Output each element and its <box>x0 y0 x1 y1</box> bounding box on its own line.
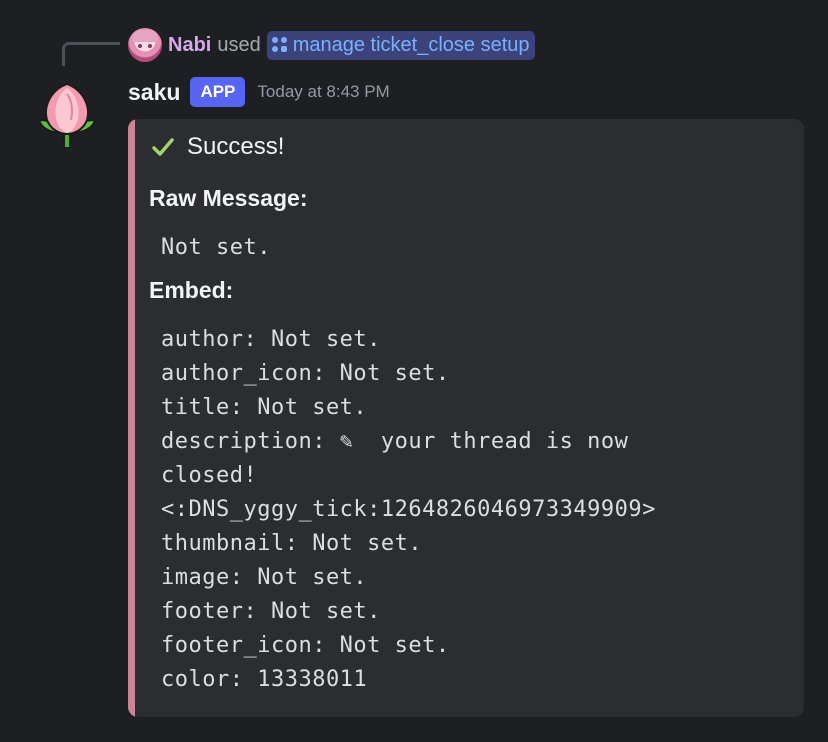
message-timestamp[interactable]: Today at 8:43 PM <box>257 82 389 102</box>
success-text: Success! <box>187 133 285 160</box>
embed-field-line: description: ✎ your thread is now <box>161 429 629 454</box>
reply-connector-line <box>62 42 120 66</box>
reply-user-avatar[interactable] <box>128 28 162 62</box>
embed-field-line: image: Not set. <box>161 565 368 590</box>
embed-field-line: title: Not set. <box>161 395 368 420</box>
embed-field-line: thumbnail: Not set. <box>161 531 423 556</box>
pink-tulip-icon[interactable] <box>36 80 98 154</box>
embed-card: Success! Raw Message: Not set. Embed: au… <box>128 119 804 717</box>
raw-message-value: Not set. <box>161 235 271 260</box>
embed-field-line: footer: Not set. <box>161 599 381 624</box>
embed-field-line: closed! <box>161 463 258 488</box>
embed-field-line: <:DNS_yggy_tick:1264826046973349909> <box>161 497 656 522</box>
command-name: manage ticket_close setup <box>292 33 530 56</box>
embed-field-line: footer_icon: Not set. <box>161 633 450 658</box>
command-mention[interactable]: manage ticket_close setup <box>266 30 535 60</box>
checkmark-icon <box>152 138 174 156</box>
reply-context[interactable]: Nabi used manage ticket_close setup <box>128 28 535 62</box>
message-header: saku APP Today at 8:43 PM <box>128 76 390 108</box>
embed-accent-bar <box>128 119 135 717</box>
slash-command-icon <box>271 37 288 53</box>
reply-used-text: used <box>217 33 261 56</box>
reply-user-name[interactable]: Nabi <box>168 34 211 57</box>
success-status: Success! <box>151 133 284 161</box>
chat-message-view: Nabi used manage ticket_close setup saku… <box>0 0 828 742</box>
bot-author-name[interactable]: saku <box>128 79 180 106</box>
app-badge: APP <box>190 77 246 107</box>
embed-field-line: author_icon: Not set. <box>161 361 450 386</box>
raw-message-label: Raw Message: <box>149 185 308 211</box>
embed-field-line: author: Not set. <box>161 327 381 352</box>
embed-field-line: color: 13338011 <box>161 667 368 692</box>
embed-label: Embed: <box>149 277 234 303</box>
